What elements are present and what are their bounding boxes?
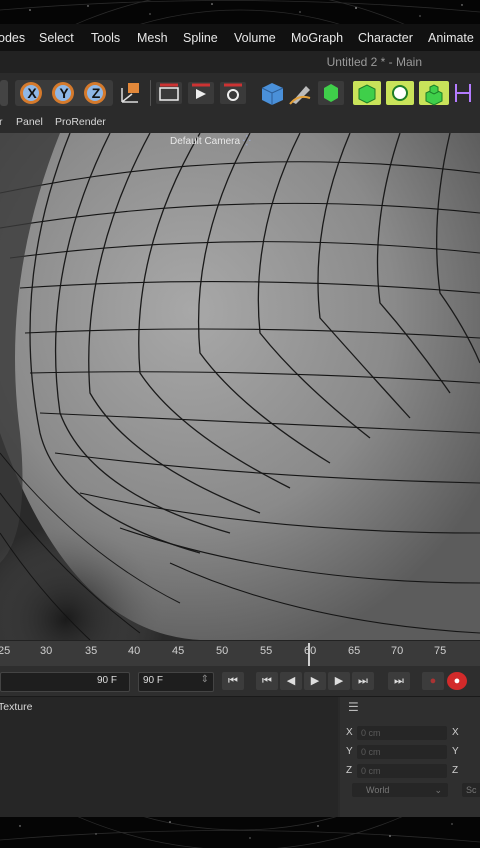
object-tools-group [261,81,471,106]
render-view-icon[interactable] [156,82,182,104]
position-x-value: 0 cm [361,728,381,738]
next-frame-button[interactable]: ▶ [328,672,350,690]
title-bar: Untitled 2 * - Main [0,51,480,74]
render-settings-icon[interactable] [220,82,246,104]
position-y-field[interactable]: 0 cm [357,745,447,759]
material-menu-texture[interactable]: Texture [0,701,32,713]
hamburger-menu-icon[interactable]: ☰ [348,700,359,714]
playhead[interactable] [308,643,310,667]
coord-axis-label: X [346,727,353,738]
timeline-tick: 45 [172,645,185,657]
material-manager: Texture [0,697,338,817]
previous-keyframe-button[interactable]: ⏮ [256,672,278,690]
timeline-ruler[interactable]: 25 30 35 40 45 50 55 60 65 70 75 [0,640,480,667]
coord-axis-label: Z [346,765,353,776]
viewport-menu-filter[interactable]: r [0,116,3,128]
coordinate-mode-dropdown[interactable]: World ⌄ [352,783,448,797]
camera-name: Default Camera [170,136,241,147]
menu-spline[interactable]: Spline [183,31,218,45]
y-axis-label: Y [59,85,69,101]
coordinate-system-icon[interactable] [116,80,144,106]
menu-character[interactable]: Character [358,31,413,45]
previous-frame-button[interactable]: ◀ [280,672,302,690]
menu-mesh[interactable]: Mesh [137,31,168,45]
window-title: Untitled 2 * - Main [326,55,422,69]
menu-bar: odes Select Tools Mesh Spline Volume MoG… [0,24,480,51]
toolbar-edge [0,80,8,106]
viewport-menu-bar: r Panel ProRender [0,113,480,133]
cube-icon[interactable] [261,83,284,105]
pen-tool-icon[interactable] [289,86,311,105]
scale-mode-dropdown[interactable]: Sc [462,783,480,797]
timeline-tick: 25 [0,645,11,657]
z-axis-label: Z [91,85,101,101]
end-frame-field-value: 90 F [143,675,164,686]
end-frame-field[interactable]: 90 F ⇕ [138,672,214,692]
cloner-icon[interactable] [386,81,414,105]
timeline-tick: 35 [85,645,98,657]
menu-tools[interactable]: Tools [91,31,120,45]
play-button[interactable]: ▶ [304,672,326,690]
menu-mograph[interactable]: MoGraph [291,31,343,45]
timeline-tick: 75 [434,645,447,657]
coord-axis-label: X [452,727,459,738]
position-y-value: 0 cm [361,747,381,757]
menu-animate[interactable]: Animate [428,31,474,45]
spacer-tool-icon[interactable] [455,84,471,102]
timeline-tick: 50 [216,645,229,657]
timeline-tick: 70 [391,645,404,657]
camera-icon[interactable]: ⁛ [243,136,251,147]
record-button[interactable]: ● [447,672,467,690]
menu-select[interactable]: Select [39,31,74,45]
viewport-3d[interactable] [0,133,480,640]
generator-icon[interactable] [318,81,344,105]
render-group [156,82,246,104]
chevron-down-icon: ⌄ [434,785,442,795]
coordinates-manager: ☰ X 0 cm X Y 0 cm Y Z 0 cm Z World ⌄ Sc [340,697,480,817]
timeline-tick: 65 [348,645,361,657]
viewport-menu-prorender[interactable]: ProRender [55,116,106,128]
camera-label: Default Camera ⁛ [170,136,251,147]
go-to-end-button[interactable]: ⏭ [388,672,410,690]
end-frame-value: 90 F [96,675,117,686]
coord-axis-label: Y [346,746,353,757]
scale-mode-value: Sc [466,785,477,795]
toolbar-separator [150,80,151,106]
coord-axis-label: Y [452,746,459,757]
timeline-tick: 40 [128,645,141,657]
go-to-start-button[interactable]: ⏮ [222,672,244,690]
animation-transport: 90 F 90 F ⇕ ⏮ ⏮ ◀ ▶ ▶ ⏭ ⏭ ● ● [0,666,480,696]
position-z-field[interactable]: 0 cm [357,764,447,778]
render-to-picture-viewer-icon[interactable] [188,82,214,104]
mograph-group-icon[interactable] [419,81,449,106]
deformer-icon[interactable] [353,81,381,105]
timeline-tick: 55 [260,645,273,657]
position-z-value: 0 cm [361,766,381,776]
viewport-menu-panel[interactable]: Panel [16,116,43,128]
next-keyframe-button[interactable]: ⏭ [352,672,374,690]
end-frame-slider[interactable]: 90 F [0,672,130,692]
main-toolbar: X Y Z [0,73,480,113]
lower-panels: Texture ☰ X 0 cm X Y 0 cm Y Z 0 cm Z Wor… [0,696,480,817]
menu-modes[interactable]: odes [0,31,25,45]
timeline-tick: 60 [304,645,317,657]
autokey-button[interactable]: ● [422,672,444,690]
x-axis-label: X [27,85,37,101]
menu-volume[interactable]: Volume [234,31,276,45]
timeline-tick: 30 [40,645,53,657]
wormhole-mesh-render [0,133,480,640]
position-x-field[interactable]: 0 cm [357,726,447,740]
stepper-arrows-icon[interactable]: ⇕ [201,674,209,685]
coord-axis-label: Z [452,765,459,776]
coordinate-mode-value: World [366,785,390,795]
